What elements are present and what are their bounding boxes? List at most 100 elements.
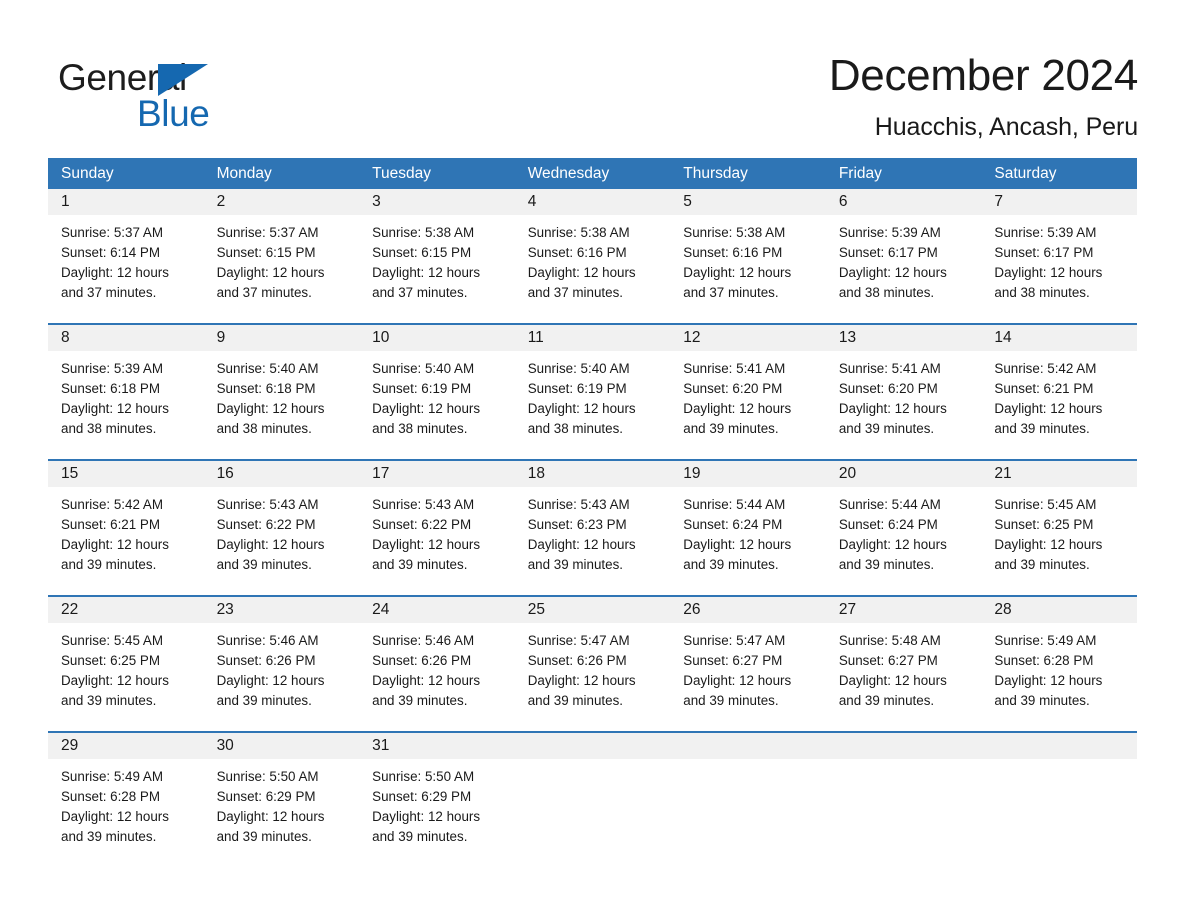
day-number-11[interactable]: 11 (515, 325, 671, 351)
day-number-21[interactable]: 21 (981, 461, 1137, 487)
general-blue-logo: General Blue (58, 52, 318, 144)
day-number-13[interactable]: 13 (826, 325, 982, 351)
day-cell-1[interactable]: Sunrise: 5:37 AM Sunset: 6:14 PM Dayligh… (48, 215, 204, 323)
week-day-detail-band: Sunrise: 5:49 AM Sunset: 6:28 PM Dayligh… (48, 759, 1137, 867)
day-cell-empty (981, 759, 1137, 867)
day-cell-empty (515, 759, 671, 867)
calendar-week-row: 1 2 3 4 5 6 7 Sunrise: 5:37 AM Sunset: 6:14 PM … (48, 189, 1137, 323)
day-number-25[interactable]: 25 (515, 597, 671, 623)
day-cell-10[interactable]: Sunrise: 5:40 AM Sunset: 6:19 PM Dayligh… (359, 351, 515, 459)
day-cell-13[interactable]: Sunrise: 5:41 AM Sunset: 6:20 PM Dayligh… (826, 351, 982, 459)
day-number-24[interactable]: 24 (359, 597, 515, 623)
day-number-2[interactable]: 2 (204, 189, 360, 215)
day-cell-5[interactable]: Sunrise: 5:38 AM Sunset: 6:16 PM Dayligh… (670, 215, 826, 323)
day-number-9[interactable]: 9 (204, 325, 360, 351)
page-title: December 2024 (828, 51, 1138, 100)
day-cell-17[interactable]: Sunrise: 5:43 AM Sunset: 6:22 PM Dayligh… (359, 487, 515, 595)
day-number-29[interactable]: 29 (48, 733, 204, 759)
day-number-6[interactable]: 6 (826, 189, 982, 215)
day-number-empty (670, 733, 826, 759)
day-of-week-header-wednesday: Wednesday (527, 164, 610, 182)
week-day-number-band: 22 23 24 25 26 27 28 (48, 597, 1137, 623)
day-of-week-header-sunday: Sunday (61, 164, 114, 182)
sun-times-text: Sunrise: 5:41 AM Sunset: 6:20 PM Dayligh… (838, 361, 947, 437)
day-number-8[interactable]: 8 (48, 325, 204, 351)
sun-times-text: Sunrise: 5:45 AM Sunset: 6:25 PM Dayligh… (994, 497, 1103, 573)
day-cell-8[interactable]: Sunrise: 5:39 AM Sunset: 6:18 PM Dayligh… (48, 351, 204, 459)
day-cell-3[interactable]: Sunrise: 5:38 AM Sunset: 6:15 PM Dayligh… (359, 215, 515, 323)
day-cell-24[interactable]: Sunrise: 5:46 AM Sunset: 6:26 PM Dayligh… (359, 623, 515, 731)
day-cell-2[interactable]: Sunrise: 5:37 AM Sunset: 6:15 PM Dayligh… (204, 215, 360, 323)
day-number-22[interactable]: 22 (48, 597, 204, 623)
day-of-week-header-saturday: Saturday (994, 164, 1057, 182)
day-cell-28[interactable]: Sunrise: 5:49 AM Sunset: 6:28 PM Dayligh… (981, 623, 1137, 731)
day-cell-6[interactable]: Sunrise: 5:39 AM Sunset: 6:17 PM Dayligh… (826, 215, 982, 323)
sun-times-text: Sunrise: 5:48 AM Sunset: 6:27 PM Dayligh… (838, 633, 947, 709)
day-cell-27[interactable]: Sunrise: 5:48 AM Sunset: 6:27 PM Dayligh… (826, 623, 982, 731)
day-number-10[interactable]: 10 (359, 325, 515, 351)
day-cell-16[interactable]: Sunrise: 5:43 AM Sunset: 6:22 PM Dayligh… (204, 487, 360, 595)
day-number-27[interactable]: 27 (826, 597, 982, 623)
week-day-detail-band: Sunrise: 5:39 AM Sunset: 6:18 PM Dayligh… (48, 351, 1137, 459)
day-number-12[interactable]: 12 (670, 325, 826, 351)
day-number-empty (515, 733, 671, 759)
day-number-26[interactable]: 26 (670, 597, 826, 623)
day-cell-12[interactable]: Sunrise: 5:41 AM Sunset: 6:20 PM Dayligh… (670, 351, 826, 459)
sun-times-text: Sunrise: 5:40 AM Sunset: 6:19 PM Dayligh… (527, 361, 636, 437)
day-cell-29[interactable]: Sunrise: 5:49 AM Sunset: 6:28 PM Dayligh… (48, 759, 204, 867)
calendar-weeks: 1 2 3 4 5 6 7 Sunrise: 5:37 AM Sunset: 6:14 PM … (48, 189, 1137, 867)
sun-times-text: Sunrise: 5:40 AM Sunset: 6:19 PM Dayligh… (372, 361, 481, 437)
day-of-week-header-monday: Monday (216, 164, 272, 182)
sun-times-text: Sunrise: 5:44 AM Sunset: 6:24 PM Dayligh… (683, 497, 792, 573)
calendar-week-row: 22 23 24 25 26 27 28 Sunrise: 5:45 AM Sunset: 6… (48, 595, 1137, 731)
day-cell-18[interactable]: Sunrise: 5:43 AM Sunset: 6:23 PM Dayligh… (515, 487, 671, 595)
sun-times-text: Sunrise: 5:37 AM Sunset: 6:14 PM Dayligh… (61, 225, 169, 301)
day-of-week-header-thursday: Thursday (683, 164, 748, 182)
day-number-17[interactable]: 17 (359, 461, 515, 487)
day-cell-4[interactable]: Sunrise: 5:38 AM Sunset: 6:16 PM Dayligh… (515, 215, 671, 323)
day-number-31[interactable]: 31 (359, 733, 515, 759)
day-cell-19[interactable]: Sunrise: 5:44 AM Sunset: 6:24 PM Dayligh… (670, 487, 826, 595)
day-cell-23[interactable]: Sunrise: 5:46 AM Sunset: 6:26 PM Dayligh… (204, 623, 360, 731)
sun-times-text: Sunrise: 5:45 AM Sunset: 6:25 PM Dayligh… (61, 633, 169, 709)
sun-times-text: Sunrise: 5:50 AM Sunset: 6:29 PM Dayligh… (216, 769, 325, 845)
day-cell-15[interactable]: Sunrise: 5:42 AM Sunset: 6:21 PM Dayligh… (48, 487, 204, 595)
day-number-18[interactable]: 18 (515, 461, 671, 487)
day-number-19[interactable]: 19 (670, 461, 826, 487)
day-number-7[interactable]: 7 (981, 189, 1137, 215)
day-number-14[interactable]: 14 (981, 325, 1137, 351)
calendar-week-row: 29 30 31 Sunrise: 5:49 AM Sunset: 6:28 PM D… (48, 731, 1137, 867)
day-number-15[interactable]: 15 (48, 461, 204, 487)
day-cell-9[interactable]: Sunrise: 5:40 AM Sunset: 6:18 PM Dayligh… (204, 351, 360, 459)
day-cell-26[interactable]: Sunrise: 5:47 AM Sunset: 6:27 PM Dayligh… (670, 623, 826, 731)
sun-times-text: Sunrise: 5:47 AM Sunset: 6:26 PM Dayligh… (527, 633, 636, 709)
day-cell-20[interactable]: Sunrise: 5:44 AM Sunset: 6:24 PM Dayligh… (826, 487, 982, 595)
week-day-detail-band: Sunrise: 5:42 AM Sunset: 6:21 PM Dayligh… (48, 487, 1137, 595)
day-number-5[interactable]: 5 (670, 189, 826, 215)
day-cell-30[interactable]: Sunrise: 5:50 AM Sunset: 6:29 PM Dayligh… (204, 759, 360, 867)
day-number-20[interactable]: 20 (826, 461, 982, 487)
day-number-3[interactable]: 3 (359, 189, 515, 215)
calendar-page: General Blue December 2024 Huacchis, Anc… (0, 0, 1188, 918)
day-cell-21[interactable]: Sunrise: 5:45 AM Sunset: 6:25 PM Dayligh… (981, 487, 1137, 595)
day-cell-22[interactable]: Sunrise: 5:45 AM Sunset: 6:25 PM Dayligh… (48, 623, 204, 731)
day-number-23[interactable]: 23 (204, 597, 360, 623)
day-cell-14[interactable]: Sunrise: 5:42 AM Sunset: 6:21 PM Dayligh… (981, 351, 1137, 459)
day-number-1[interactable]: 1 (48, 189, 204, 215)
day-cell-11[interactable]: Sunrise: 5:40 AM Sunset: 6:19 PM Dayligh… (515, 351, 671, 459)
day-cell-31[interactable]: Sunrise: 5:50 AM Sunset: 6:29 PM Dayligh… (359, 759, 515, 867)
week-day-number-band: 8 9 10 11 12 13 14 (48, 325, 1137, 351)
sun-times-text: Sunrise: 5:47 AM Sunset: 6:27 PM Dayligh… (683, 633, 792, 709)
title-block: December 2024 Huacchis, Ancash, Peru (829, 48, 1138, 144)
day-number-28[interactable]: 28 (981, 597, 1137, 623)
day-number-16[interactable]: 16 (204, 461, 360, 487)
day-number-30[interactable]: 30 (204, 733, 360, 759)
day-cell-7[interactable]: Sunrise: 5:39 AM Sunset: 6:17 PM Dayligh… (981, 215, 1137, 323)
day-cell-25[interactable]: Sunrise: 5:47 AM Sunset: 6:26 PM Dayligh… (515, 623, 671, 731)
sun-times-text: Sunrise: 5:43 AM Sunset: 6:22 PM Dayligh… (372, 497, 481, 573)
week-day-number-band: 29 30 31 (48, 733, 1137, 759)
day-number-4[interactable]: 4 (515, 189, 671, 215)
sun-times-text: Sunrise: 5:38 AM Sunset: 6:16 PM Dayligh… (683, 225, 792, 301)
location-subtitle: Huacchis, Ancash, Peru (874, 113, 1138, 141)
sun-times-text: Sunrise: 5:42 AM Sunset: 6:21 PM Dayligh… (994, 361, 1103, 437)
